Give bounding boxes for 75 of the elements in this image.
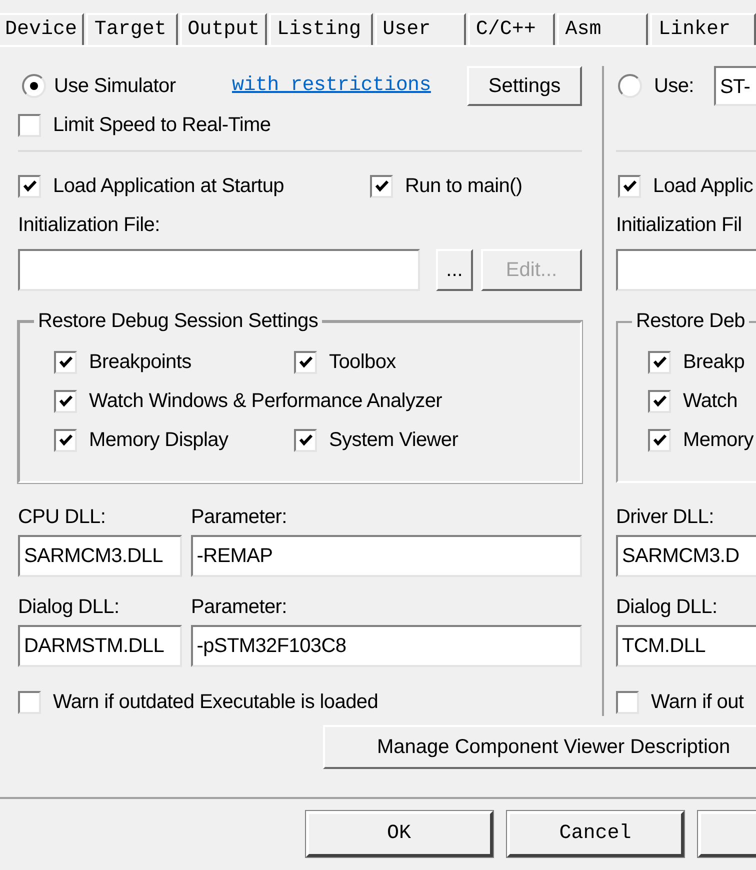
checkmark-icon <box>622 180 636 192</box>
checkbox-label: Watch Windows & Performance Analyzer <box>89 389 442 414</box>
dll-field[interactable]: SARMCM3.D <box>616 535 756 577</box>
checkbox-label: Breakpoints <box>89 350 192 375</box>
checkbox[interactable] <box>370 174 393 198</box>
checkbox[interactable] <box>54 428 77 452</box>
field-label: Initialization File: <box>18 213 161 237</box>
checkmark-icon <box>298 356 312 368</box>
checkmark-icon <box>58 434 72 446</box>
checkbox-label: Load Application at Startup <box>53 174 284 199</box>
field-label: Dialog DLL: <box>616 595 718 619</box>
checkbox-label: Load Applic <box>653 174 754 199</box>
checkmark-icon <box>652 395 666 407</box>
checkmark-icon <box>652 434 666 446</box>
parameter-field[interactable]: -pSTM32F103C8 <box>190 625 582 667</box>
field-label: CPU DLL: <box>18 505 107 529</box>
checkbox-label: Toolbox <box>329 350 396 375</box>
field-label: Parameter: <box>191 505 287 529</box>
tab[interactable]: Target <box>86 13 178 45</box>
checkbox[interactable] <box>54 390 77 412</box>
checkbox[interactable] <box>648 428 671 452</box>
checkbox-label: Watch <box>683 389 738 414</box>
init-file-field[interactable] <box>18 249 420 291</box>
checkmark-icon <box>652 356 666 368</box>
init-file-field[interactable] <box>616 249 756 291</box>
checkbox[interactable] <box>294 350 317 374</box>
checkbox-label: Memory Display <box>89 428 228 453</box>
checkmark-icon <box>58 356 72 368</box>
checkbox[interactable] <box>618 174 641 198</box>
dll-field[interactable]: TCM.DLL <box>616 625 756 667</box>
manage-viewer-button[interactable]: Manage Component Viewer Description <box>323 725 756 769</box>
checkmark-icon <box>374 180 388 192</box>
parameter-field[interactable]: -REMAP <box>190 535 582 577</box>
checkbox-label: System Viewer <box>329 428 458 453</box>
checkbox-label: Breakp <box>683 350 745 375</box>
dialog-button[interactable]: OK <box>306 811 493 857</box>
checkbox[interactable] <box>18 174 41 198</box>
tab[interactable]: Listing <box>269 13 373 45</box>
debugger-field[interactable]: ST- <box>714 66 756 106</box>
checkbox[interactable] <box>54 350 77 374</box>
field-label: Dialog DLL: <box>18 595 120 619</box>
radio-label: Use Simulator <box>54 74 176 99</box>
dialog-button[interactable]: Cancel <box>506 811 684 857</box>
checkmark-icon <box>22 180 36 192</box>
checkmark-icon <box>298 434 312 446</box>
checkbox[interactable] <box>648 350 671 374</box>
tab[interactable]: Linker <box>650 13 756 45</box>
dialog-button[interactable] <box>698 811 756 857</box>
tab[interactable]: C/C++ <box>468 13 556 45</box>
field-label: Driver DLL: <box>616 505 714 529</box>
checkbox-label: Run to main() <box>405 174 522 199</box>
field-label: Parameter: <box>191 595 287 619</box>
tab[interactable]: Device <box>0 13 84 45</box>
browse-button[interactable]: ... <box>436 249 473 291</box>
checkbox-label: Warn if out <box>651 690 744 715</box>
checkbox[interactable] <box>294 428 317 452</box>
settings-button[interactable]: Settings <box>467 66 582 106</box>
tab[interactable]: Asm <box>557 13 648 45</box>
radio-label: Use: <box>654 74 694 99</box>
checkbox-label: Memory <box>683 428 754 453</box>
dll-field[interactable]: DARMSTM.DLL <box>18 625 182 667</box>
radio-button[interactable] <box>22 74 46 98</box>
checkbox[interactable] <box>616 690 639 714</box>
dll-field[interactable]: SARMCM3.DLL <box>18 535 182 577</box>
checkbox[interactable] <box>18 114 41 136</box>
radio-button[interactable] <box>618 74 642 98</box>
checkbox-label: Limit Speed to Real-Time <box>53 113 271 138</box>
restrictions-link[interactable]: with restrictions <box>232 71 431 101</box>
checkmark-icon <box>58 395 72 407</box>
tab[interactable]: User <box>374 13 466 45</box>
field-label: Initialization Fil <box>616 213 743 237</box>
tab[interactable]: Output <box>180 13 267 45</box>
checkbox[interactable] <box>18 690 41 714</box>
checkbox[interactable] <box>648 390 671 412</box>
checkbox-label: Warn if outdated Executable is loaded <box>53 690 378 715</box>
